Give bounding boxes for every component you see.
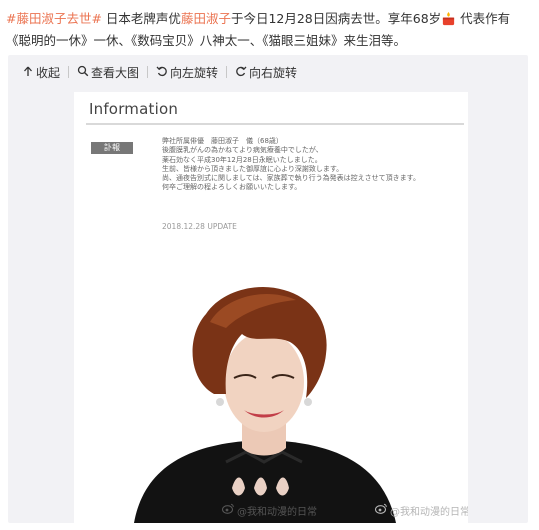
watermark-right: @我和动漫的日常 bbox=[374, 503, 468, 518]
toolbar-divider bbox=[226, 66, 228, 78]
rotate-right-button[interactable]: 向右旋转 bbox=[235, 64, 297, 81]
notice-line: 尚、通夜告別式に関しましては、家族葬で執り行う為発表は控えさせて頂きます。 bbox=[162, 174, 420, 183]
rotate-left-icon bbox=[156, 65, 168, 80]
rotate-left-label: 向左旋转 bbox=[170, 65, 219, 80]
search-icon bbox=[77, 65, 89, 80]
post-text-before-name: 日本老牌声优 bbox=[101, 11, 181, 26]
candle-emoji-icon bbox=[441, 11, 456, 26]
view-large-label: 查看大图 bbox=[91, 65, 140, 80]
notice-line: 生前、皆様から頂きました御厚誼に心より深謝致します。 bbox=[162, 164, 344, 173]
weibo-icon bbox=[221, 503, 234, 517]
view-large-button[interactable]: 查看大图 bbox=[77, 64, 139, 81]
name-link[interactable]: 藤田淑子 bbox=[181, 11, 231, 26]
rotate-right-label: 向右旋转 bbox=[249, 65, 298, 80]
notice-line: 薬石効なく平成30年12月28日永眠いたしました。 bbox=[162, 155, 322, 164]
rotate-left-button[interactable]: 向左旋转 bbox=[156, 64, 218, 81]
notice-line: 何卒ご理解の程よろしくお願いいたします。 bbox=[162, 183, 302, 192]
collapse-button[interactable]: 收起 bbox=[22, 64, 60, 81]
arrow-up-icon bbox=[22, 65, 34, 80]
update-date: 2018.12.28 UPDATE bbox=[162, 222, 237, 231]
notice-line: 弊社所属俳優 藤田淑子 儀（68歳） bbox=[162, 137, 283, 145]
toolbar-divider bbox=[147, 66, 149, 78]
notice-line: 後腹膜乳がんの為かねてより病気療養中でしたが、 bbox=[162, 146, 323, 155]
post-text: #藤田淑子去世# 日本老牌声优藤田淑子于今日12月28日因病去世。享年68岁 代… bbox=[6, 8, 534, 52]
portrait-image bbox=[114, 262, 414, 523]
watermark-left: @我和动漫的日常 bbox=[221, 503, 317, 518]
image-toolbar: 收起 查看大图 向左旋转 向右旋转 bbox=[22, 63, 297, 81]
post-photo[interactable]: Information 訃報 弊社所属俳優 藤田淑子 儀（68歳） 後腹膜乳がん… bbox=[74, 92, 468, 523]
collapse-label: 收起 bbox=[36, 65, 61, 80]
information-divider bbox=[86, 123, 464, 125]
post-text-after-name: 于今日12月28日因病去世。享年68岁 bbox=[230, 11, 442, 26]
hashtag-link[interactable]: #藤田淑子去世# bbox=[6, 11, 102, 26]
watermark-left-text: @我和动漫的日常 bbox=[237, 506, 317, 518]
toolbar-divider bbox=[68, 66, 70, 78]
weibo-icon bbox=[374, 503, 387, 517]
rotate-right-icon bbox=[235, 65, 247, 80]
obituary-badge: 訃報 bbox=[91, 142, 133, 154]
watermark-right-text: @我和动漫的日常 bbox=[390, 506, 468, 518]
watermarks: @我和动漫的日常 @我和动漫的日常 bbox=[221, 502, 468, 518]
information-title: Information bbox=[89, 100, 179, 118]
information-notice: Information 訃報 弊社所属俳優 藤田淑子 儀（68歳） 後腹膜乳がん… bbox=[86, 92, 464, 260]
notice-body: 弊社所属俳優 藤田淑子 儀（68歳） 後腹膜乳がんの為かねてより病気療養中でした… bbox=[162, 137, 462, 193]
media-box: 收起 查看大图 向左旋转 向右旋转 Information 訃報 弊社所属俳優 … bbox=[8, 55, 528, 523]
